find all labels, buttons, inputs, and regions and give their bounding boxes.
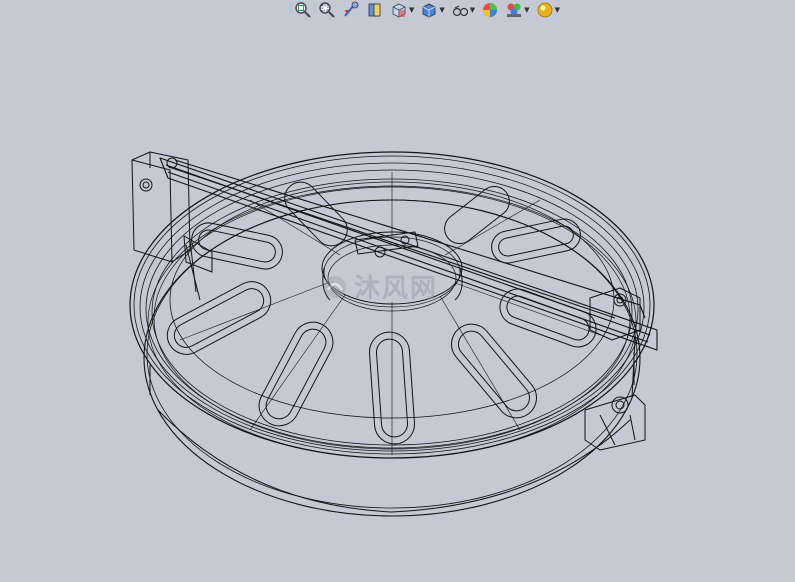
watermark: 沐风网	[322, 268, 438, 305]
left-hinge-bracket	[131, 151, 213, 301]
watermark-logo-icon	[324, 275, 346, 298]
graphics-viewport[interactable]: ▼ ▼ ▼ ▼ ▼ 沐风网	[0, 0, 795, 582]
watermark-text: 沐风网	[354, 274, 439, 304]
